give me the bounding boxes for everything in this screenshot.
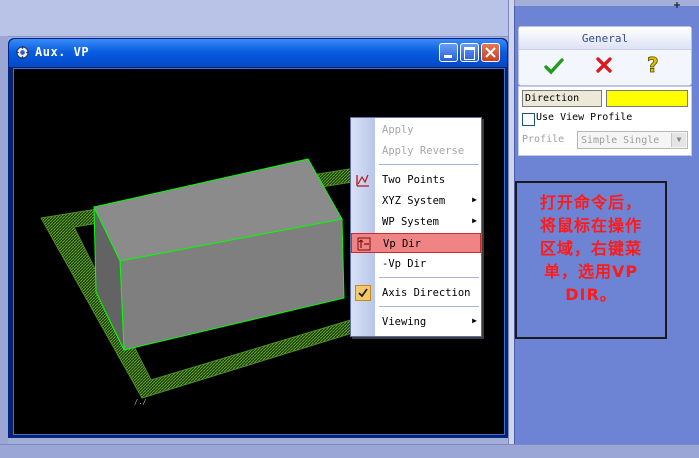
direction-value-field[interactable] [606,90,688,107]
menu-item-vp-dir[interactable]: Vp Dir [351,233,481,253]
annotation-line: DIR。 [565,285,617,304]
general-title: General [581,32,629,45]
app-left-edge [0,36,8,444]
profile-select[interactable]: Simple Single ▼ [577,131,688,149]
annotation-line: 打开命令后， [539,193,642,212]
chevron-down-icon: ▼ [671,133,686,147]
menu-separator [379,277,479,278]
menu-item-wp-system[interactable]: WP System ▶ [351,212,481,232]
annotation-box: 打开命令后， 将鼠标在操作 区域，右键菜 单，选用VP DIR。 [515,181,667,339]
menu-separator [379,306,479,307]
submenu-arrow-icon: ▶ [472,316,477,325]
minimize-icon [444,55,452,58]
close-icon [485,47,496,58]
general-section: General ? [518,26,692,86]
use-view-profile-checkbox[interactable] [522,113,535,126]
menu-item-apply[interactable]: Apply [351,120,481,140]
viewport-status: /./ [134,398,147,406]
direction-properties: Direction Use View Profile Profile Simpl… [518,86,692,156]
menu-item-two-points[interactable]: Two Points [351,170,481,190]
profile-label: Profile [522,134,565,145]
svg-text:?: ? [647,54,659,76]
maximize-button[interactable] [460,43,479,62]
submenu-arrow-icon: ▶ [472,195,477,204]
window-title: Aux. VP [35,45,90,59]
cross-icon[interactable] [595,56,613,74]
menu-item-neg-vp-dir[interactable]: -Vp Dir [351,254,481,274]
app-toolbar-area [0,0,508,37]
gear-icon [15,45,30,60]
question-icon[interactable]: ? [646,54,662,76]
annotation-line: 将鼠标在操作 [539,216,642,235]
submenu-arrow-icon: ▶ [472,216,477,225]
menu-separator [379,164,479,165]
annotation-line: 单，选用VP [543,262,639,281]
minimize-button[interactable] [439,43,458,62]
direction-button[interactable]: Direction [522,90,602,107]
context-menu: Apply Apply Reverse Two Points XYZ Syste… [350,117,482,337]
status-bar [0,444,699,458]
checkmark-icon [355,285,371,301]
menu-item-axis-direction[interactable]: Axis Direction [351,283,481,303]
annotation-text: 打开命令后， 将鼠标在操作 区域，右键菜 单，选用VP DIR。 [525,191,657,306]
maximize-icon [464,47,475,60]
close-button[interactable] [481,43,500,62]
menu-item-viewing[interactable]: Viewing ▶ [351,312,481,332]
menu-item-xyz-system[interactable]: XYZ System ▶ [351,191,481,211]
annotation-line: 区域，右键菜 [539,239,642,258]
use-view-profile-label: Use View Profile [536,112,633,123]
window-titlebar[interactable]: Aux. VP [9,39,507,67]
pin-icon[interactable] [672,0,692,10]
check-icon[interactable] [544,56,564,76]
menu-item-apply-reverse[interactable]: Apply Reverse [351,141,481,161]
vp-dir-icon [357,237,371,251]
two-points-icon [356,174,369,187]
